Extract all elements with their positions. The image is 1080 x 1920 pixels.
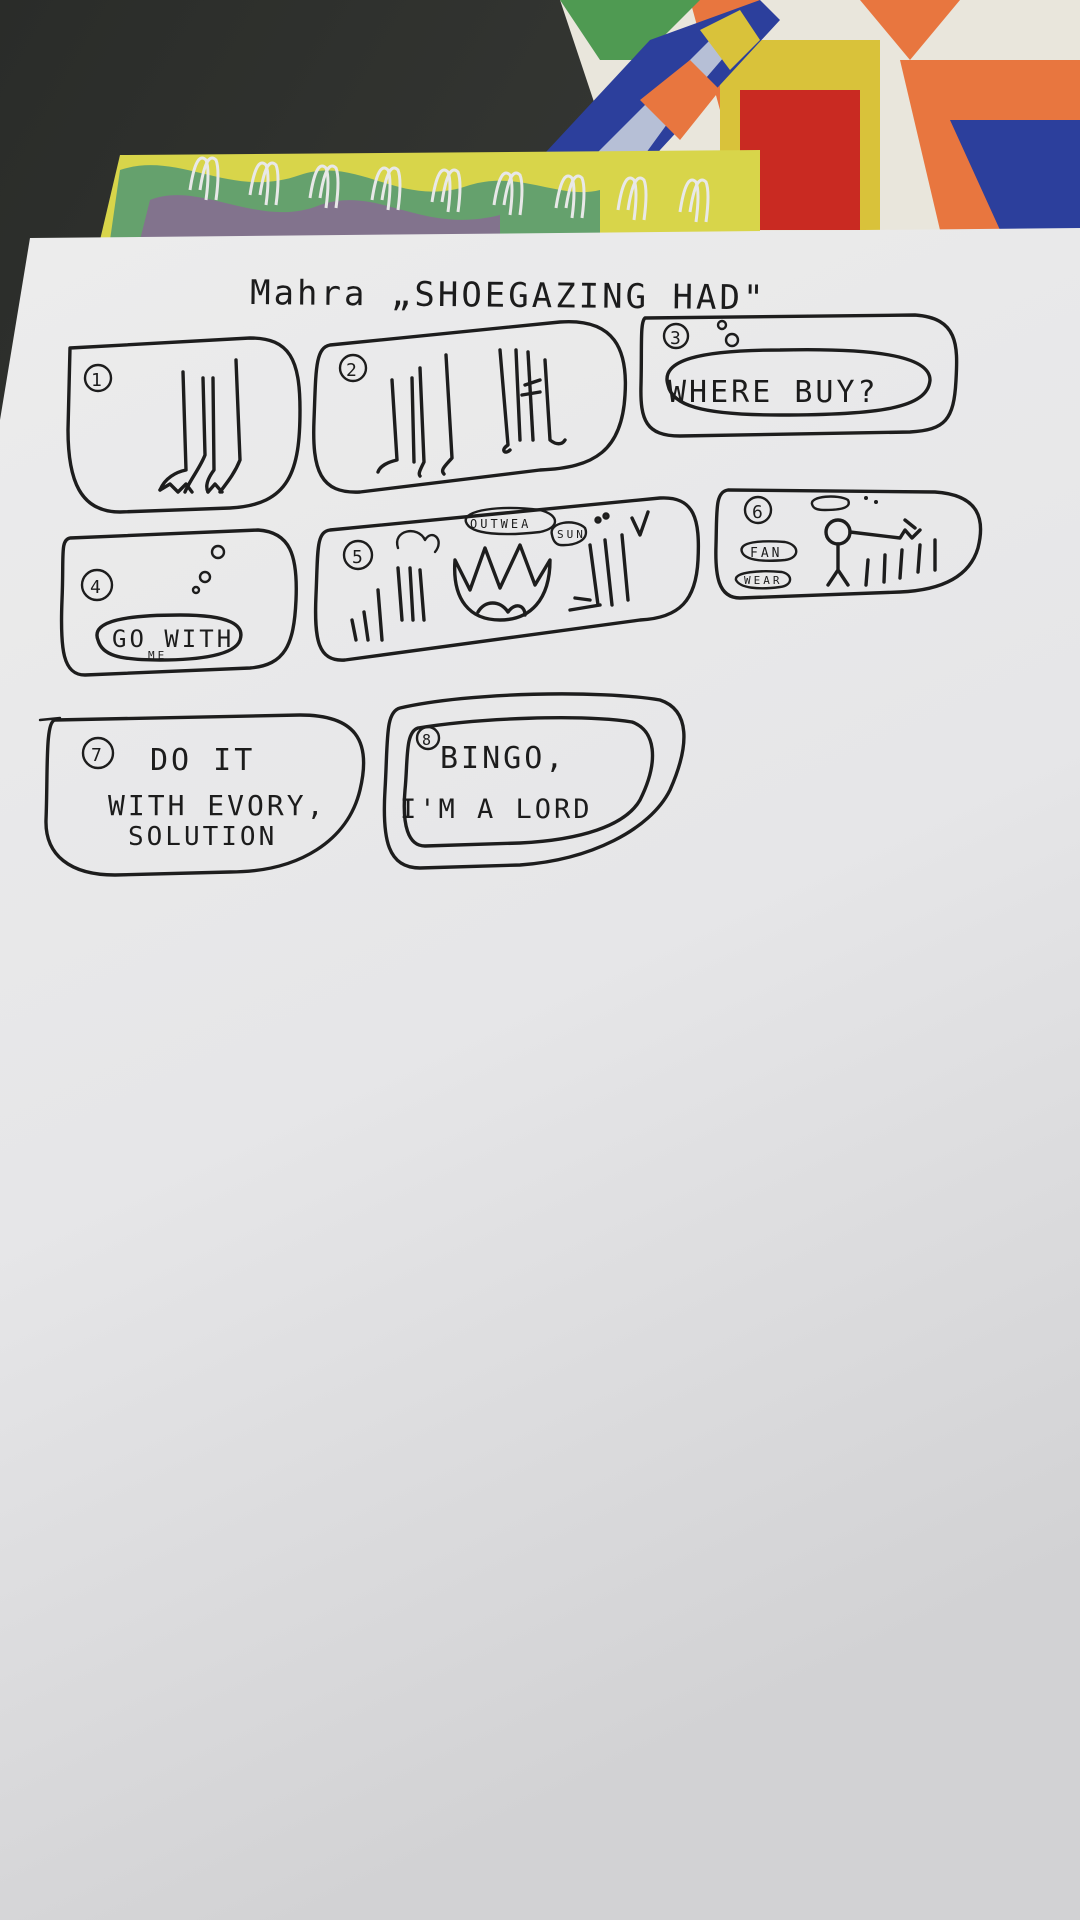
- panel-4-speech: GO WITH: [112, 625, 234, 653]
- panel-5-bubble-a: OUTWEA: [470, 517, 531, 531]
- panel-6-bubble-b: WEAR: [744, 574, 783, 587]
- panel-5-bubble-b: SUN: [557, 528, 586, 541]
- panel-4-number: 4: [90, 577, 104, 598]
- panel-8-line2: I'M A LORD: [400, 794, 593, 825]
- paper-sheet: [0, 228, 1080, 1920]
- panel-8-number: 8: [422, 731, 434, 749]
- photo-scene: Mahra „SHOEGAZING HAD" 1 2 3 WHERE BUY? …: [0, 0, 1080, 1920]
- panel-5-number: 5: [352, 547, 366, 568]
- panel-8-line1: BINGO,: [440, 741, 566, 776]
- sketch-title: Mahra „SHOEGAZING HAD": [250, 273, 767, 318]
- panel-7-line3: SOLUTION: [128, 822, 277, 852]
- panel-2-number: 2: [346, 360, 360, 381]
- panel-3-speech: WHERE BUY?: [668, 375, 879, 410]
- panel-7-line1: DO IT: [150, 743, 255, 778]
- panel-3-number: 3: [670, 328, 684, 349]
- panel-6-number: 6: [752, 502, 766, 523]
- spiral-notebook: [100, 150, 760, 240]
- panel-4-speech-sub: ME: [148, 649, 167, 662]
- panel-7-line2: WITH EVORY,: [108, 789, 326, 822]
- panel-6-bubble-a: FAN: [750, 546, 782, 561]
- panel-7-number: 7: [91, 745, 105, 766]
- panel-1-number: 1: [91, 370, 105, 391]
